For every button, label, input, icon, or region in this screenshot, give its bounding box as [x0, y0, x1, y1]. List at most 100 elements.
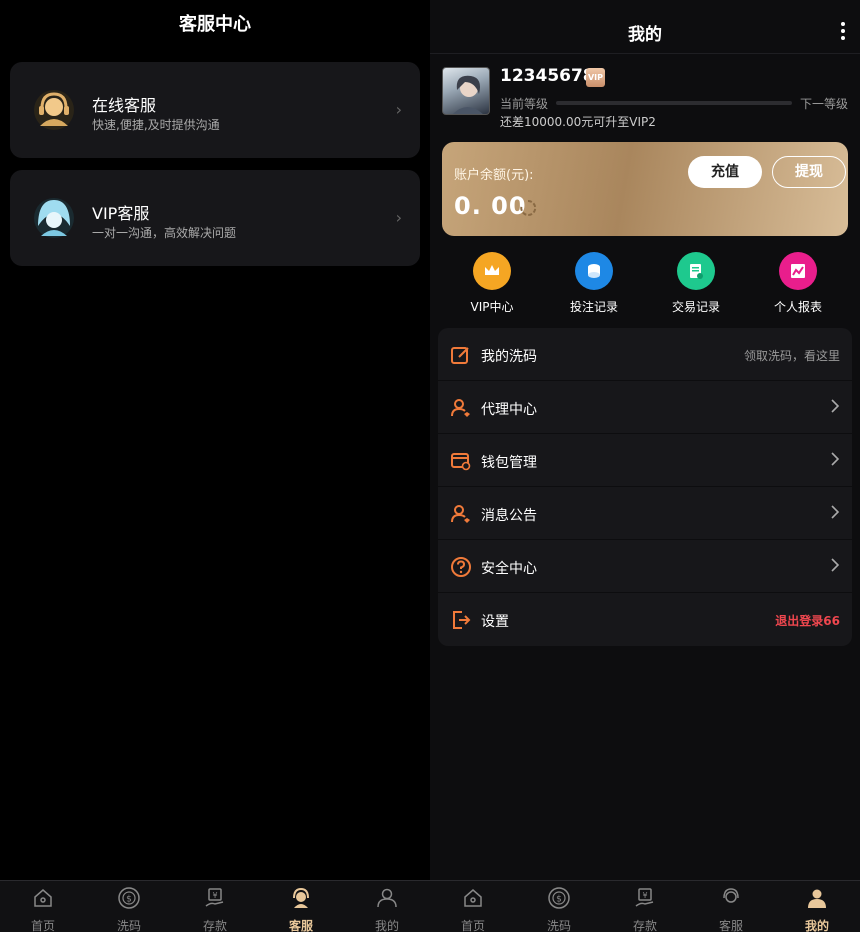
withdraw-button[interactable]: 提现	[772, 156, 846, 188]
quick-personal-report[interactable]: 个人报表	[758, 252, 838, 315]
tab-label: 我的	[804, 919, 829, 932]
tab-label: 首页	[30, 919, 55, 932]
balance-label: 账户余额(元):	[454, 168, 534, 183]
home-icon	[464, 889, 482, 907]
tab-label: 客服	[288, 919, 313, 932]
menu-label: 消息公告	[481, 508, 537, 524]
menu-label: 钱包管理	[481, 455, 537, 471]
current-level-label: 当前等级	[500, 97, 549, 111]
menu-item-announcements[interactable]: 消息公告	[438, 487, 852, 540]
online-service-title: 在线客服	[92, 96, 157, 115]
chevron-right-icon: ›	[395, 100, 402, 119]
tab-deposit[interactable]: ¥ 存款	[172, 881, 258, 932]
crown-icon	[473, 252, 511, 290]
tab-mine[interactable]: 我的	[344, 881, 430, 932]
username: 12345678	[500, 66, 595, 86]
menu-label: 代理中心	[481, 402, 537, 418]
tab-rebate[interactable]: $ 洗码	[86, 881, 172, 932]
deposit-icon: ¥	[635, 888, 654, 907]
tab-label: 存款	[202, 919, 227, 932]
level-progress-bar	[556, 101, 792, 105]
tab-label: 存款	[632, 919, 657, 932]
user-icon	[377, 888, 397, 908]
headset-icon	[293, 887, 309, 908]
menu-label: 安全中心	[481, 561, 537, 577]
menu-item-security[interactable]: 安全中心	[438, 540, 852, 593]
document-icon	[677, 252, 715, 290]
deposit-icon: ¥	[205, 888, 224, 907]
online-service-subtitle: 快速,便捷,及时提供沟通	[92, 118, 220, 132]
quick-label: 个人报表	[773, 300, 822, 314]
menu-item-my-rebate[interactable]: 我的洗码 领取洗码，看这里	[438, 328, 852, 381]
charge-button[interactable]: 充值	[688, 156, 762, 188]
quick-transaction-records[interactable]: 交易记录	[656, 252, 736, 315]
balance-card: 账户余额(元): 0. 00 充值 提现	[442, 142, 848, 236]
chevron-right-icon: ›	[395, 208, 402, 227]
quick-bet-records[interactable]: 投注记录	[554, 252, 634, 315]
vip-service-card[interactable]: VIP客服 一对一沟通，高效解决问题 ›	[10, 170, 420, 266]
tab-deposit[interactable]: ¥ 存款	[602, 881, 688, 932]
tab-service[interactable]: 客服	[688, 881, 774, 932]
tab-label: 我的	[374, 919, 399, 932]
header: 我的	[430, 0, 860, 54]
refresh-icon[interactable]	[518, 198, 538, 218]
svg-text:¥: ¥	[212, 891, 217, 900]
user-icon	[808, 889, 826, 908]
coins-icon	[575, 252, 613, 290]
page-title: 客服中心	[179, 14, 251, 35]
menu-label: 设置	[481, 614, 509, 630]
headset-agent-icon	[34, 90, 74, 130]
page-title: 我的	[628, 25, 662, 45]
customer-service-panel: 客服中心 在线客服 快速,便捷,及时提供沟通 › VIP客服 一对一沟通，高效解…	[0, 0, 430, 880]
balance-amount: 0. 00	[454, 192, 527, 220]
menu-label: 我的洗码	[481, 349, 537, 365]
tab-home[interactable]: 首页	[430, 881, 516, 932]
dollar-circle-icon: $	[118, 887, 140, 909]
edit-icon	[451, 347, 469, 364]
tab-mine[interactable]: 我的	[774, 881, 860, 932]
upgrade-hint: 还差10000.00元可升至VIP2	[500, 115, 656, 129]
tab-service[interactable]: 客服	[258, 881, 344, 932]
logout-icon	[453, 611, 471, 629]
question-icon	[451, 557, 471, 577]
next-level-label: 下一等级	[800, 97, 849, 111]
chart-icon	[779, 252, 817, 290]
vip-service-subtitle: 一对一沟通，高效解决问题	[92, 226, 237, 240]
agent-icon	[451, 399, 470, 417]
bottom-tab-bar-left: 首页 $ 洗码 ¥ 存款 客服 我的	[0, 880, 430, 932]
tab-rebate[interactable]: $ 洗码	[516, 881, 602, 932]
quick-label: 交易记录	[671, 300, 720, 314]
avatar[interactable]	[442, 67, 490, 115]
svg-text:$: $	[126, 895, 132, 905]
message-icon	[451, 505, 470, 523]
menu-item-settings[interactable]: 设置 退出登录66	[438, 593, 852, 646]
quick-label: 投注记录	[569, 300, 618, 314]
wallet-icon	[451, 453, 471, 471]
my-account-panel: 我的 12345678 VIP 当前等级 下一等级 还差10000.00元可升至…	[430, 0, 860, 880]
vip-agent-icon	[34, 198, 74, 238]
chevron-right-icon	[831, 505, 840, 519]
menu-item-wallet[interactable]: 钱包管理	[438, 434, 852, 487]
chevron-right-icon	[831, 399, 840, 413]
tab-home[interactable]: 首页	[0, 881, 86, 932]
dollar-circle-icon: $	[548, 887, 570, 909]
tab-label: 客服	[718, 919, 743, 932]
more-icon[interactable]	[840, 22, 846, 40]
menu-list: 我的洗码 领取洗码，看这里 代理中心 钱包管理 消息公告 安全中心 设置 退出登…	[438, 328, 852, 646]
home-icon	[34, 889, 52, 907]
bottom-tab-bar-right: 首页 $ 洗码 ¥ 存款 客服 我的	[430, 880, 860, 932]
online-service-card[interactable]: 在线客服 快速,便捷,及时提供沟通 ›	[10, 62, 420, 158]
menu-item-agent-center[interactable]: 代理中心	[438, 381, 852, 434]
menu-right-text: 领取洗码，看这里	[743, 349, 840, 363]
chevron-right-icon	[831, 452, 840, 466]
svg-text:¥: ¥	[642, 891, 647, 900]
svg-text:$: $	[556, 895, 562, 905]
vip-badge: VIP	[586, 68, 605, 87]
chevron-right-icon	[831, 558, 840, 572]
headset-icon	[723, 888, 739, 903]
vip-service-title: VIP客服	[92, 204, 150, 223]
tab-label: 首页	[460, 919, 485, 932]
tab-label: 洗码	[546, 919, 571, 932]
quick-vip-center[interactable]: VIP中心	[452, 252, 532, 315]
logout-button[interactable]: 退出登录66	[775, 612, 840, 629]
